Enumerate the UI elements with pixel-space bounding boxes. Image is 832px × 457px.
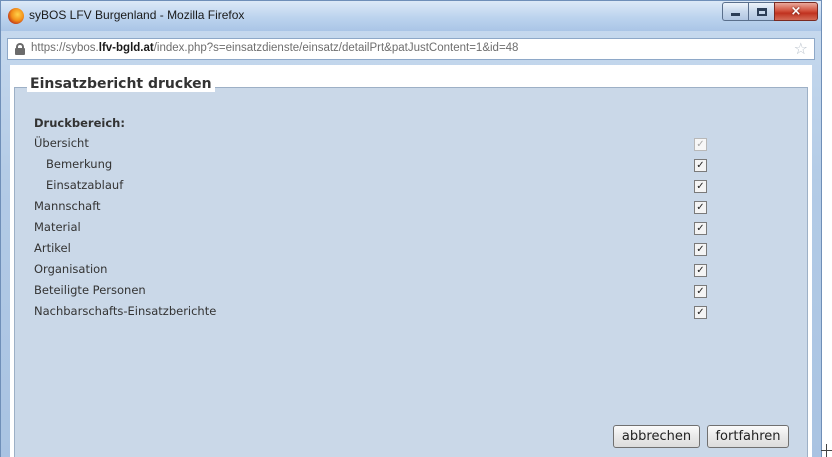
print-option-label: Organisation [34, 262, 108, 276]
print-option-checkbox[interactable]: ✓ [694, 222, 707, 235]
print-option-row: Organisation ✓ [34, 262, 714, 280]
dialog-content: Einsatzbericht drucken [10, 65, 812, 457]
print-option-checkbox: ✓ [694, 138, 707, 151]
print-option-label: Einsatzablauf [46, 178, 124, 192]
close-button[interactable]: × [774, 2, 818, 21]
maximize-icon [756, 7, 767, 16]
window-controls: × [722, 2, 818, 22]
print-option-checkbox[interactable]: ✓ [694, 306, 707, 319]
dialog-title: Einsatzbericht drucken [27, 76, 215, 92]
print-option-label: Material [34, 220, 81, 234]
print-option-row: Nachbarschafts-Einsatzberichte ✓ [34, 304, 714, 322]
print-option-checkbox[interactable]: ✓ [694, 243, 707, 256]
print-option-label: Artikel [34, 241, 71, 255]
url-text[interactable]: https://sybos.lfv-bgld.at/index.php?s=ei… [31, 42, 518, 54]
continue-button[interactable]: fortfahren [707, 425, 789, 448]
print-option-checkbox[interactable]: ✓ [694, 159, 707, 172]
print-option-label: Nachbarschafts-Einsatzberichte [34, 304, 217, 318]
browser-window: syBOS LFV Burgenland - Mozilla Firefox ×… [0, 0, 822, 457]
window-title: syBOS LFV Burgenland - Mozilla Firefox [29, 8, 245, 22]
print-option-row: Bemerkung ✓ [34, 157, 714, 175]
firefox-icon [8, 8, 24, 24]
cancel-button[interactable]: abbrechen [613, 425, 700, 448]
print-option-row: Übersicht ✓ [34, 136, 714, 154]
print-option-row: Artikel ✓ [34, 241, 714, 259]
title-bar[interactable]: syBOS LFV Burgenland - Mozilla Firefox × [1, 1, 821, 31]
url-prefix: https://sybos. [31, 42, 99, 54]
lock-icon [15, 43, 25, 55]
print-option-row: Beteiligte Personen ✓ [34, 283, 714, 301]
resize-grip[interactable] [821, 444, 832, 457]
print-option-checkbox[interactable]: ✓ [694, 285, 707, 298]
section-title: Druckbereich: [34, 116, 125, 130]
maximize-button[interactable] [748, 2, 774, 21]
print-option-label: Beteiligte Personen [34, 283, 146, 297]
minimize-button[interactable] [722, 2, 748, 21]
print-option-checkbox[interactable]: ✓ [694, 180, 707, 193]
close-icon: × [790, 4, 802, 19]
print-option-row: Material ✓ [34, 220, 714, 238]
print-option-checkbox[interactable]: ✓ [694, 201, 707, 214]
print-option-row: Mannschaft ✓ [34, 199, 714, 217]
url-path: /index.php?s=einsatzdienste/einsatz/deta… [153, 42, 519, 54]
print-option-row: Einsatzablauf ✓ [34, 178, 714, 196]
print-option-label: Mannschaft [34, 199, 101, 213]
print-option-label: Bemerkung [46, 157, 113, 171]
print-option-checkbox[interactable]: ✓ [694, 264, 707, 277]
minimize-icon [731, 13, 740, 16]
print-option-label: Übersicht [34, 136, 89, 150]
address-bar[interactable]: https://sybos.lfv-bgld.at/index.php?s=ei… [7, 38, 815, 60]
bookmark-star-icon[interactable]: ☆ [794, 39, 808, 58]
url-domain: lfv-bgld.at [98, 42, 154, 54]
